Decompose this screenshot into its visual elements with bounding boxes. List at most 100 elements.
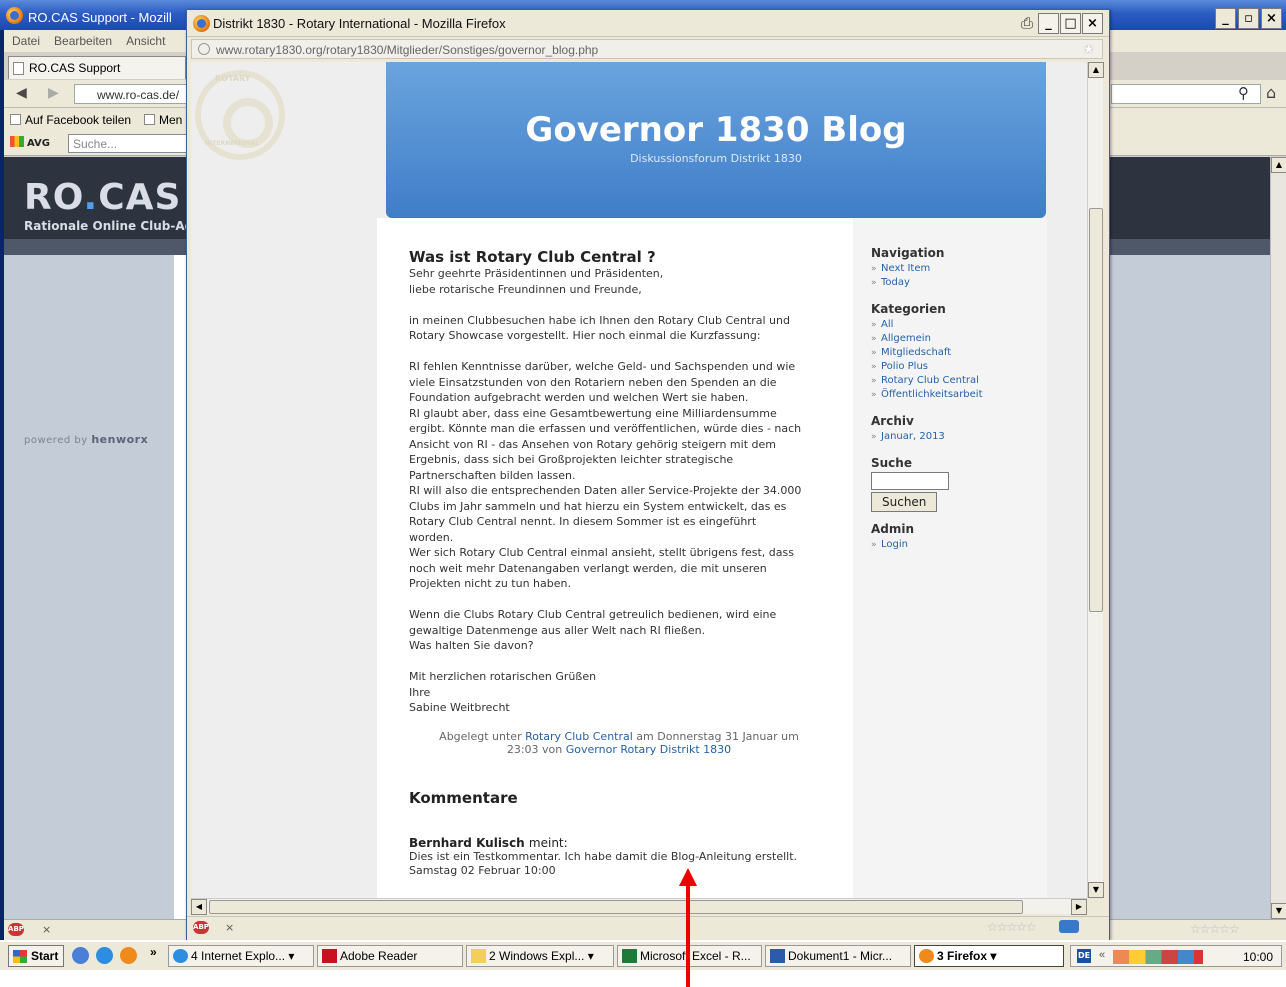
vertical-scroll-thumb[interactable] (1089, 208, 1103, 612)
start-label: Start (31, 949, 59, 963)
sidebar-navigation: Navigation Next Item Today (871, 246, 944, 290)
address-bar[interactable]: www.ro-cas.de/ (74, 84, 189, 104)
taskbar-button-label: 4 Internet Explo... (191, 949, 286, 963)
admin-login-link[interactable]: Login (881, 539, 908, 550)
post-paragraph: RI fehlen Kenntnisse darüber, welche Gel… (409, 360, 802, 590)
scroll-down-arrow-icon[interactable]: ▼ (1271, 903, 1286, 919)
back-arrow-icon[interactable]: ◀ (16, 85, 27, 101)
post-closing: Mit herzlichen rotarischen Grüßen Ihre S… (409, 670, 597, 714)
archive-link-januar-2013[interactable]: Januar, 2013 (881, 431, 945, 442)
language-indicator[interactable]: DE (1077, 949, 1091, 963)
bookmark-men[interactable]: Men (144, 113, 182, 127)
rocas-subtitle: Rationale Online Club-Adm (24, 219, 206, 233)
sidebar-heading: Admin (871, 522, 915, 536)
scroll-right-arrow-icon[interactable]: ▶ (1071, 899, 1087, 915)
bookmark-facebook[interactable]: Auf Facebook teilen (10, 113, 131, 127)
quicklaunch-desktop-icon[interactable] (72, 947, 89, 964)
adobe-reader-icon (322, 949, 337, 963)
home-icon[interactable]: ⌂ (1266, 83, 1276, 102)
nav-link-today[interactable]: Today (881, 277, 910, 288)
category-link-polio-plus[interactable]: Polio Plus (881, 361, 928, 372)
tray-icons[interactable] (1113, 950, 1203, 964)
background-scrollbar[interactable]: ▲ ▼ (1270, 157, 1286, 919)
start-button[interactable]: Start (8, 945, 64, 967)
avg-search-input[interactable]: Suche... (68, 134, 188, 153)
category-link-oeffentlichkeitsarbeit[interactable]: Öffentlichkeitsarbeit (881, 389, 983, 400)
popup-titlebar[interactable]: Distrikt 1830 - Rotary International - M… (187, 10, 1109, 37)
category-link-all[interactable]: All (881, 319, 893, 330)
post-category-link[interactable]: Rotary Club Central (525, 730, 633, 743)
comments-heading: Kommentare (409, 788, 518, 807)
taskbar-button-label: 2 Windows Expl... (489, 949, 585, 963)
annotation-arrow-head (679, 868, 697, 886)
category-link-mitgliedschaft[interactable]: Mitgliedschaft (881, 347, 951, 358)
taskbar-button-adobe-reader[interactable]: Adobe Reader (317, 945, 463, 967)
maximize-button[interactable]: ▫ (1238, 8, 1259, 29)
menu-ansicht[interactable]: Ansicht (118, 30, 171, 48)
category-link-rotary-club-central[interactable]: Rotary Club Central (881, 375, 979, 386)
blog-search-input[interactable] (871, 472, 949, 490)
taskbar-button-word[interactable]: Dokument1 - Micr... (765, 945, 911, 967)
powered-by: powered by henworx (24, 433, 149, 446)
taskbar-button-firefox[interactable]: 3 Firefox ▾ (914, 945, 1064, 967)
quicklaunch-firefox-icon[interactable] (120, 947, 137, 964)
minimize-button[interactable]: _ (1038, 13, 1059, 34)
tray-overflow-icon[interactable]: « (1099, 949, 1105, 961)
category-link-allgemein[interactable]: Allgemein (881, 333, 931, 344)
clock[interactable]: 10:00 (1243, 950, 1273, 964)
excel-icon (622, 949, 637, 963)
nav-link-next-item[interactable]: Next Item (881, 263, 930, 274)
post-author-link[interactable]: Governor Rotary Distrikt 1830 (566, 743, 731, 756)
menu-datei[interactable]: Datei (4, 30, 46, 48)
quicklaunch-ie-icon[interactable] (96, 947, 113, 964)
rocas-content-area (174, 255, 186, 919)
close-button[interactable]: × (1082, 13, 1103, 34)
scroll-up-arrow-icon[interactable]: ▲ (1271, 157, 1286, 173)
comment-date: Samstag 02 Februar 10:00 (409, 863, 556, 877)
scroll-up-arrow-icon[interactable]: ▲ (1088, 62, 1104, 78)
scroll-down-arrow-icon[interactable]: ▼ (1088, 882, 1104, 898)
sidebar-heading: Suche (871, 456, 912, 470)
search-icon[interactable]: ⚲ (1238, 84, 1249, 102)
status-close-icon[interactable]: × (42, 923, 51, 936)
globe-icon (198, 43, 210, 55)
popup-address-bar[interactable]: www.rotary1830.org/rotary1830/Mitglieder… (191, 39, 1103, 59)
quicklaunch-overflow-icon[interactable]: » (150, 945, 157, 959)
maximize-button[interactable]: □ (1060, 13, 1081, 34)
popup-status-bar: ABP × ☆☆☆☆☆ (187, 916, 1109, 940)
post-title: Was ist Rotary Club Central ? (409, 248, 656, 266)
scroll-left-arrow-icon[interactable]: ◀ (191, 899, 207, 915)
blog-search-button[interactable]: Suchen (871, 492, 938, 512)
minimize-button[interactable]: _ (1215, 8, 1236, 29)
xmarks-icon[interactable] (1059, 920, 1079, 933)
popup-browser-window: Distrikt 1830 - Rotary International - M… (186, 9, 1110, 940)
comment-text: Dies ist ein Testkommentar. Ich habe dam… (409, 849, 798, 863)
rating-stars-icon: ☆☆☆☆☆ (987, 920, 1037, 934)
avg-logo[interactable]: AVG (10, 136, 50, 149)
blog-post: Was ist Rotary Club Central ? Sehr geehr… (409, 248, 829, 878)
page-icon (13, 62, 24, 75)
popup-title: Distrikt 1830 - Rotary International - M… (213, 16, 506, 31)
forward-arrow-icon[interactable]: ▶ (48, 85, 59, 101)
windows-taskbar: Start » 4 Internet Explo... ▾ Adobe Read… (0, 940, 1286, 970)
sidebar-heading: Navigation (871, 246, 945, 260)
popup-horizontal-scrollbar[interactable]: ◀ ▶ (191, 898, 1087, 915)
sidebar-suche: Suche Suchen (871, 456, 949, 512)
horizontal-scroll-thumb[interactable] (209, 900, 1023, 914)
sidebar-heading: Kategorien (871, 302, 946, 316)
post-paragraph: Wenn die Clubs Rotary Club Central getre… (409, 608, 777, 652)
status-close-icon[interactable]: × (225, 921, 234, 934)
adblock-icon[interactable]: ABP (8, 923, 24, 936)
address-text: www.ro-cas.de/ (97, 88, 180, 102)
tab-rocas-support[interactable]: RO.CAS Support (8, 56, 186, 79)
print-icon[interactable]: ⎙ (1021, 14, 1033, 32)
menu-bearbeiten[interactable]: Bearbeiten (46, 30, 118, 48)
taskbar-button-internet-explorer[interactable]: 4 Internet Explo... ▾ (168, 945, 314, 967)
bookmark-star-icon[interactable]: ★ (1083, 42, 1094, 56)
rotary-wheel-icon: ROTARY INTERNATIONAL (195, 70, 285, 160)
taskbar-button-windows-explorer[interactable]: 2 Windows Expl... ▾ (466, 945, 614, 967)
popup-vertical-scrollbar[interactable]: ▲ ▼ (1087, 62, 1104, 898)
adblock-icon[interactable]: ABP (193, 921, 209, 934)
post-greeting: Sehr geehrte Präsidentinnen und Präsiden… (409, 267, 664, 296)
close-button[interactable]: × (1261, 8, 1282, 29)
